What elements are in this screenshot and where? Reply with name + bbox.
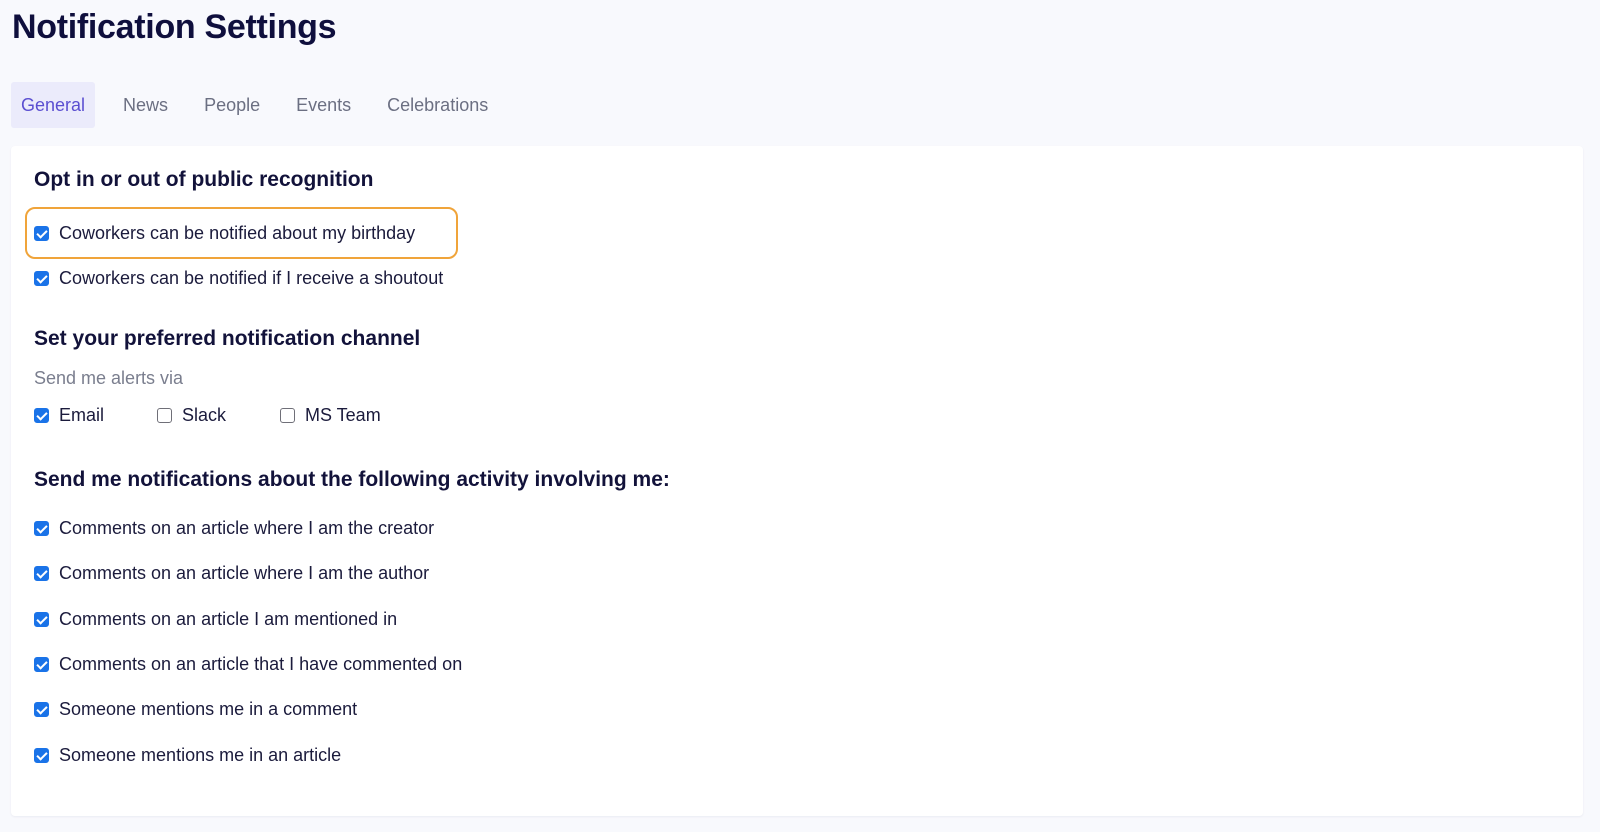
tab-people[interactable]: People <box>186 82 278 128</box>
activity-label-commented: Comments on an article that I have comme… <box>59 653 463 674</box>
activity-label-author: Comments on an article where I am the au… <box>59 562 430 583</box>
channel-section-title: Set your preferred notification channel <box>34 327 421 350</box>
activity-checkbox-mentioned[interactable] <box>34 611 49 627</box>
activity-option-commented[interactable]: Comments on an article that I have comme… <box>34 651 462 677</box>
slack-option[interactable]: Slack <box>157 402 280 428</box>
channel-options: Email Slack MS Team <box>34 402 381 428</box>
tab-general[interactable]: General <box>11 82 96 128</box>
activity-label-mention-article: Someone mentions me in an article <box>59 744 342 765</box>
ms-team-option[interactable]: MS Team <box>280 402 381 428</box>
shoutout-checkbox[interactable] <box>34 270 49 286</box>
birthday-option[interactable]: Coworkers can be notified about my birth… <box>34 220 415 246</box>
activity-option-mention-comment[interactable]: Someone mentions me in a comment <box>34 696 357 722</box>
page-title: Notification Settings <box>12 8 337 46</box>
activity-option-mentioned[interactable]: Comments on an article I am mentioned in <box>34 606 397 632</box>
shoutout-option-label: Coworkers can be notified if I receive a… <box>59 267 444 288</box>
recognition-section-title: Opt in or out of public recognition <box>34 168 374 191</box>
activity-section-title: Send me notifications about the followin… <box>34 468 670 491</box>
activity-checkbox-mention-comment[interactable] <box>34 701 49 717</box>
tab-events[interactable]: Events <box>278 82 369 128</box>
slack-option-label: Slack <box>182 404 227 425</box>
email-option-label: Email <box>59 404 105 425</box>
channel-subtitle: Send me alerts via <box>34 368 184 388</box>
birthday-option-label: Coworkers can be notified about my birth… <box>59 222 416 243</box>
ms-team-option-label: MS Team <box>305 404 381 425</box>
activity-option-mention-article[interactable]: Someone mentions me in an article <box>34 742 341 768</box>
activity-label-mentioned: Comments on an article I am mentioned in <box>59 608 398 629</box>
activity-option-author[interactable]: Comments on an article where I am the au… <box>34 560 429 586</box>
activity-label-creator: Comments on an article where I am the cr… <box>59 517 435 538</box>
shoutout-option[interactable]: Coworkers can be notified if I receive a… <box>34 265 443 291</box>
activity-checkbox-mention-article[interactable] <box>34 747 49 763</box>
settings-card: Opt in or out of public recognition Cowo… <box>11 146 1583 816</box>
activity-checkbox-creator[interactable] <box>34 520 49 536</box>
tab-celebrations[interactable]: Celebrations <box>369 82 506 128</box>
tab-news[interactable]: News <box>105 82 186 128</box>
ms-team-checkbox[interactable] <box>280 407 295 423</box>
activity-label-mention-comment: Someone mentions me in a comment <box>59 698 358 719</box>
email-option[interactable]: Email <box>34 402 157 428</box>
activity-option-creator[interactable]: Comments on an article where I am the cr… <box>34 515 434 541</box>
tab-bar: General News People Events Celebrations <box>11 82 506 128</box>
birthday-checkbox[interactable] <box>34 225 49 241</box>
activity-checkbox-author[interactable] <box>34 565 49 581</box>
email-checkbox[interactable] <box>34 407 49 423</box>
slack-checkbox[interactable] <box>157 407 172 423</box>
activity-checkbox-commented[interactable] <box>34 656 49 672</box>
